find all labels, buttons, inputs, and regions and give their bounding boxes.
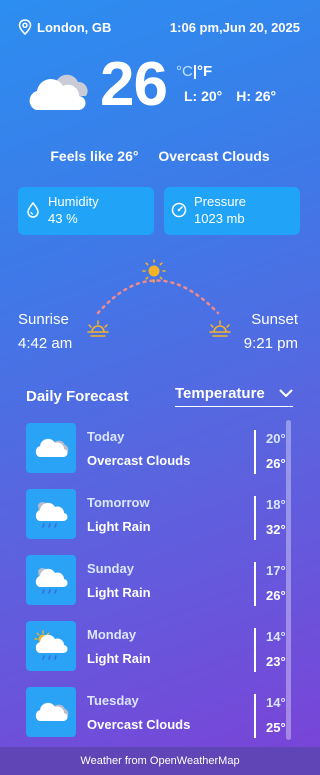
sunset-label: Sunset: [251, 311, 298, 328]
forecast-title: Daily Forecast: [26, 387, 129, 405]
range-divider: [254, 628, 256, 672]
forecast-condition: Light Rain: [87, 651, 151, 666]
forecast-icon: [26, 555, 76, 605]
forecast-row[interactable]: Today Overcast Clouds 20° 26°: [26, 418, 300, 484]
forecast-low: 18°: [266, 497, 286, 512]
sunrise-time: 4:42 am: [18, 335, 73, 352]
forecast-list: Today Overcast Clouds 20° 26° Tomorrow L…: [26, 418, 300, 748]
forecast-day: Tomorrow: [87, 495, 150, 510]
forecast-high: 25°: [266, 720, 286, 735]
forecast-row[interactable]: Tuesday Overcast Clouds 14° 25°: [26, 682, 300, 748]
fahrenheit-option[interactable]: °F: [197, 63, 212, 80]
forecast-low: 14°: [266, 629, 286, 644]
forecast-icon: [26, 621, 76, 671]
sunset-icon: [209, 320, 231, 337]
light-rain-icon: [35, 502, 68, 528]
feels-like: Feels like 26°: [50, 148, 139, 164]
forecast-scrollbar[interactable]: [286, 420, 291, 740]
pressure-card: Pressure 1023 mb: [164, 187, 300, 235]
overcast-clouds-icon: [35, 438, 69, 458]
forecast-day: Sunday: [87, 561, 134, 576]
forecast-row[interactable]: Sunday Light Rain 17° 26°: [26, 550, 300, 616]
location-name: London, GB: [37, 19, 112, 35]
sunrise-icon: [87, 320, 109, 337]
range-divider: [254, 430, 256, 474]
unit-toggle[interactable]: °C|°F: [176, 63, 212, 80]
range-divider: [254, 562, 256, 606]
forecast-condition: Overcast Clouds: [87, 453, 191, 468]
light-rain-icon: [35, 568, 68, 594]
high-temp: H: 26°: [236, 88, 277, 104]
sun-icon: [142, 259, 166, 283]
location[interactable]: London, GB: [18, 19, 111, 35]
humidity-icon: [27, 202, 39, 218]
forecast-high: 23°: [266, 654, 286, 669]
forecast-day: Monday: [87, 627, 137, 642]
forecast-icon: [26, 489, 76, 539]
forecast-condition: Light Rain: [87, 519, 151, 534]
stat-cards: Humidity 43 % Pressure 1023 mb: [18, 187, 300, 235]
humidity-card: Humidity 43 %: [18, 187, 154, 235]
forecast-header: Daily Forecast Temperature: [26, 385, 293, 407]
sun-rain-icon: [34, 630, 68, 660]
forecast-high: 26°: [266, 456, 286, 471]
forecast-icon: [26, 687, 76, 737]
attribution[interactable]: Weather from OpenWeatherMap: [80, 755, 239, 767]
forecast-row[interactable]: Tomorrow Light Rain 18° 32°: [26, 484, 300, 550]
low-temp: L: 20°: [184, 88, 223, 104]
forecast-condition: Light Rain: [87, 585, 151, 600]
pressure-value: 1023 mb: [194, 211, 245, 226]
current-temperature: 26: [100, 50, 168, 119]
range-divider: [254, 694, 256, 738]
sunset: Sunset 9:21 pm: [244, 310, 298, 354]
forecast-mode-select[interactable]: Temperature: [175, 385, 293, 407]
weather-app: London, GB 1:06 pm,Jun 20, 2025 26 °C|°F…: [0, 0, 320, 775]
pressure-gauge-icon: [171, 202, 187, 218]
forecast-high: 26°: [266, 588, 286, 603]
forecast-low: 20°: [266, 431, 286, 446]
sunrise-label: Sunrise: [18, 311, 69, 328]
overcast-clouds-icon: [35, 702, 69, 722]
footer: Weather from OpenWeatherMap: [0, 747, 320, 775]
celsius-option[interactable]: °C: [176, 63, 193, 80]
forecast-day: Tuesday: [87, 693, 139, 708]
sunset-time: 9:21 pm: [243, 335, 298, 352]
forecast-day: Today: [87, 429, 125, 444]
chevron-down-icon: [279, 389, 293, 397]
forecast-condition: Overcast Clouds: [87, 717, 191, 732]
top-bar: London, GB 1:06 pm,Jun 20, 2025: [18, 17, 300, 37]
sunrise: Sunrise 4:42 am: [18, 310, 72, 354]
low-high: L: 20° H: 26°: [184, 88, 276, 104]
humidity-value: 43 %: [48, 211, 78, 226]
forecast-low: 17°: [266, 563, 286, 578]
forecast-low: 14°: [266, 695, 286, 710]
current-condition: Overcast Clouds: [158, 148, 270, 164]
range-divider: [254, 496, 256, 540]
forecast-mode-value: Temperature: [175, 385, 265, 402]
pressure-label: Pressure: [194, 194, 247, 209]
date-time: 1:06 pm,Jun 20, 2025: [169, 19, 300, 35]
forecast-high: 32°: [266, 522, 286, 537]
current-weather: 26 °C|°F L: 20° H: 26°: [26, 50, 316, 128]
forecast-row[interactable]: Monday Light Rain 14° 23°: [26, 616, 300, 682]
forecast-icon: [26, 423, 76, 473]
location-pin-icon: [18, 19, 32, 35]
humidity-label: Humidity: [48, 194, 99, 209]
current-description: Feels like 26° Overcast Clouds: [0, 148, 320, 164]
overcast-clouds-icon: [29, 74, 88, 111]
